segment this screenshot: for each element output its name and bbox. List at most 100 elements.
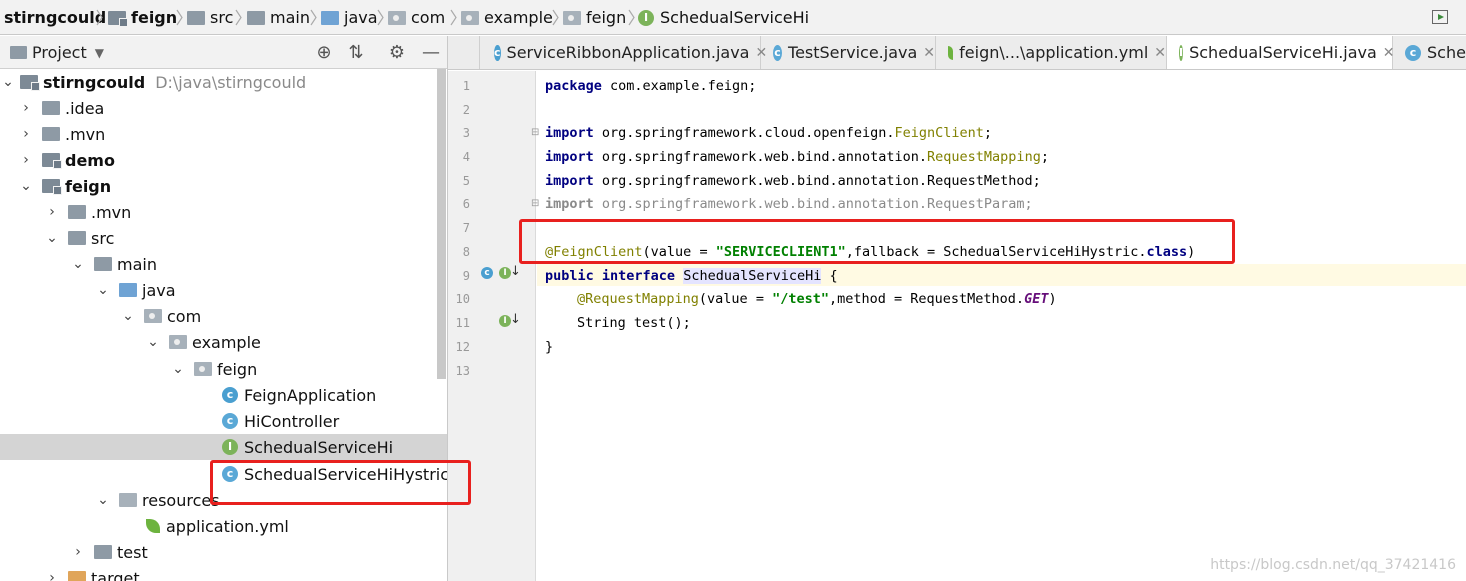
breadcrumb-example[interactable]: example (461, 0, 553, 35)
code-line-1[interactable]: package com.example.feign; (545, 78, 756, 94)
tab-label: SchedualServiceHi.java (1189, 43, 1377, 62)
chevron-right-icon (309, 9, 319, 26)
tabs-scroll-left[interactable] (448, 36, 480, 69)
code-line-4[interactable]: import org.springframework.web.bind.anno… (545, 149, 1049, 165)
breadcrumb-interface[interactable]: I SchedualServiceHi (638, 0, 809, 35)
code-line-6-unused-import[interactable]: import org.springframework.web.bind.anno… (545, 196, 1033, 212)
chevron-right-icon[interactable]: › (18, 152, 34, 168)
keyword: import (545, 196, 594, 212)
tree-item-main[interactable]: ⌄ main (0, 251, 447, 277)
run-config-icon[interactable] (1432, 10, 1448, 24)
tab-serviceribbonapplication[interactable]: c ServiceRibbonApplication.java ✕ (482, 36, 767, 69)
tree-item-schedualservicehi[interactable]: I SchedualServiceHi (0, 434, 447, 460)
code-text: ; (983, 125, 993, 141)
chevron-down-icon[interactable]: ⌄ (18, 178, 34, 194)
folder-icon (94, 545, 112, 559)
code-line-9[interactable]: public interface SchedualServiceHi { (545, 268, 838, 284)
tree-item-label: .mvn (65, 124, 106, 144)
chevron-right-icon[interactable]: › (44, 204, 60, 220)
code-line-11[interactable]: String test(); (577, 315, 691, 331)
fold-marker-icon[interactable]: ⊟ (531, 127, 539, 138)
chevron-right-icon[interactable]: › (70, 544, 86, 560)
code-line-5[interactable]: import org.springframework.web.bind.anno… (545, 173, 1041, 189)
chevron-down-icon[interactable]: ⌄ (145, 334, 161, 350)
annotation-class: FeignClient (894, 125, 984, 141)
line-number: 1 (462, 79, 470, 93)
tab-application-yml[interactable]: feign\...\application.yml ✕ (936, 36, 1167, 69)
module-folder-icon (20, 75, 40, 91)
tree-item-mvn[interactable]: › .mvn (0, 121, 447, 147)
code-line-12[interactable]: } (545, 339, 553, 355)
chevron-down-icon[interactable]: ⌄ (44, 230, 60, 246)
close-icon[interactable]: ✕ (1154, 45, 1166, 61)
breadcrumb-module[interactable]: feign (108, 0, 177, 35)
tree-item-feign-module[interactable]: ⌄ feign (0, 173, 447, 199)
chevron-right-icon[interactable]: › (18, 126, 34, 142)
breadcrumb-label: java (344, 8, 378, 27)
tab-label: ServiceRibbonApplication.java (506, 43, 750, 62)
chevron-down-icon: ▼ (94, 45, 104, 60)
tab-sched-overflow[interactable]: c Sched (1393, 36, 1466, 69)
spring-bean-icon[interactable]: c (481, 267, 493, 279)
tree-item-hicontroller[interactable]: c HiController (0, 408, 447, 434)
chevron-down-icon[interactable]: ⌄ (0, 74, 16, 90)
tree-item-src[interactable]: ⌄ src (0, 225, 447, 251)
package-icon (563, 10, 581, 25)
tree-item-stirngcould[interactable]: ⌄ stirngcould D:\java\stirngcould (0, 69, 447, 95)
tree-item-label: demo (65, 150, 115, 170)
keyword: public (545, 268, 594, 284)
annotation-class: RequestMapping (927, 149, 1041, 165)
chevron-down-icon[interactable]: ⌄ (170, 361, 186, 377)
tree-scrollbar[interactable] (437, 69, 446, 379)
project-view-selector[interactable]: Project ▼ (10, 36, 104, 69)
tree-item-target[interactable]: › target (0, 565, 447, 581)
tree-item-test[interactable]: › test (0, 539, 447, 565)
tree-item-feign-package[interactable]: ⌄ feign (0, 356, 447, 382)
tree-item-path: D:\java\stirngcould (155, 72, 307, 92)
code-text: ,method = RequestMethod. (828, 291, 1025, 307)
chevron-right-icon[interactable]: › (18, 100, 34, 116)
folder-icon (42, 127, 60, 141)
package-icon (461, 10, 479, 25)
chevron-down-icon[interactable]: ⌄ (70, 256, 86, 272)
code-line-10[interactable]: @RequestMapping(value = "/test",method =… (577, 291, 1057, 307)
arrow-down-icon[interactable]: ↓ (510, 312, 521, 327)
package-icon (388, 10, 406, 25)
tree-item-feignapplication[interactable]: c FeignApplication (0, 382, 447, 408)
code-line-3[interactable]: import org.springframework.cloud.openfei… (545, 125, 992, 141)
minimize-icon[interactable]: — (418, 36, 444, 69)
tree-item-com[interactable]: ⌄ com (0, 303, 447, 329)
chevron-down-icon[interactable]: ⌄ (95, 492, 111, 508)
breadcrumb-feign-package[interactable]: feign (563, 0, 626, 35)
tree-item-idea[interactable]: › .idea (0, 95, 447, 121)
breadcrumb-label: feign (586, 8, 627, 27)
line-number: 8 (462, 245, 470, 259)
class-icon: c (773, 44, 783, 61)
close-icon[interactable]: ✕ (923, 45, 935, 61)
breadcrumb-label: feign (131, 8, 178, 27)
breadcrumb-src[interactable]: src (187, 0, 233, 35)
chevron-right-icon (95, 9, 105, 26)
tree-item-label: test (117, 542, 148, 562)
tree-item-label: HiController (244, 411, 340, 431)
chevron-right-icon[interactable]: › (44, 570, 60, 581)
chevron-down-icon[interactable]: ⌄ (95, 282, 111, 298)
tree-item-demo[interactable]: › demo (0, 147, 447, 173)
tree-item-feign-mvn[interactable]: › .mvn (0, 199, 447, 225)
breadcrumb-main[interactable]: main (247, 0, 310, 35)
fold-marker-icon[interactable]: ⊟ (531, 198, 539, 209)
chevron-down-icon[interactable]: ⌄ (120, 308, 136, 324)
tree-item-application-yml[interactable]: application.yml (0, 513, 447, 539)
tree-item-label: main (117, 254, 157, 274)
arrow-down-icon[interactable]: ↓ (510, 264, 521, 279)
tree-item-example[interactable]: ⌄ example (0, 329, 447, 355)
breadcrumb-com[interactable]: com (388, 0, 445, 35)
tree-item-java[interactable]: ⌄ java (0, 277, 447, 303)
gear-icon[interactable]: ⚙ (386, 36, 408, 69)
collapse-all-icon[interactable]: ⇅ (345, 36, 367, 69)
breadcrumb-java[interactable]: java (321, 0, 378, 35)
breadcrumb-project[interactable]: stirngcould (4, 0, 106, 35)
tab-testservice[interactable]: c TestService.java ✕ (761, 36, 936, 69)
tab-schedualservicehi[interactable]: I SchedualServiceHi.java ✕ (1167, 36, 1395, 69)
locate-target-icon[interactable]: ⊕ (313, 36, 335, 69)
